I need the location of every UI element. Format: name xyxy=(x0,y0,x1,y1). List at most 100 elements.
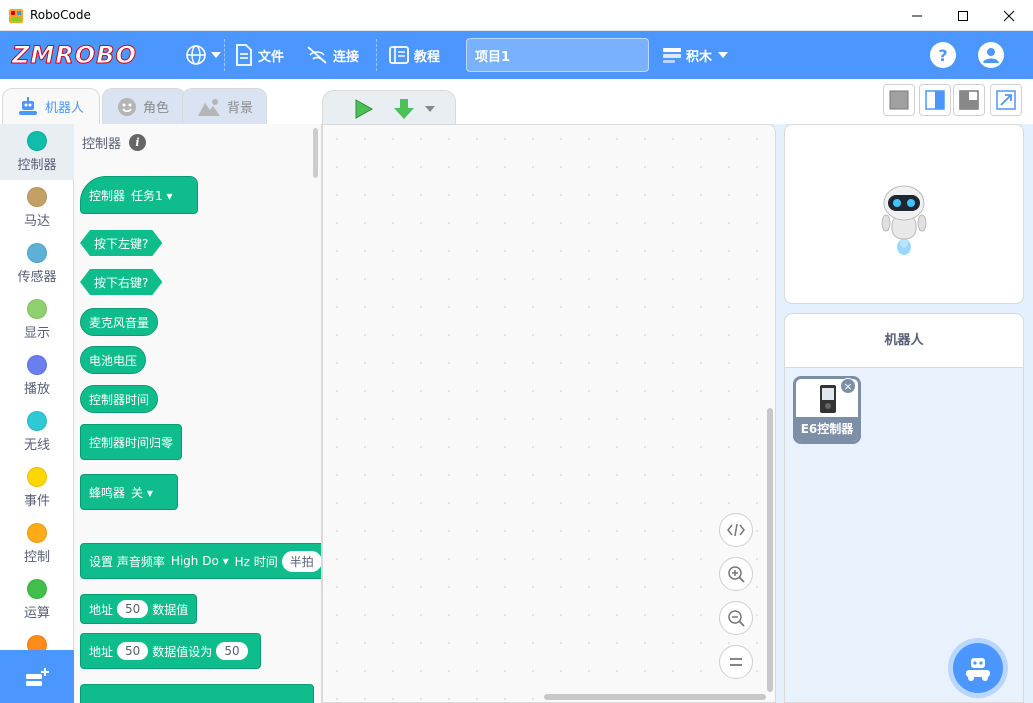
run-icon[interactable] xyxy=(353,99,373,119)
palette-title: 控制器 i xyxy=(82,133,147,152)
controller-device-icon xyxy=(820,385,836,413)
file-menu[interactable]: 文件 xyxy=(234,41,284,69)
layout-split-button[interactable] xyxy=(919,84,951,116)
block-controller-time[interactable]: 控制器时间 xyxy=(80,385,159,413)
category-wireless[interactable]: 无线 xyxy=(0,404,74,460)
block-dropdown[interactable]: 任务1 ▾ xyxy=(131,187,172,204)
block-mic-volume[interactable]: 麦克风音量 xyxy=(80,308,159,336)
block-controller-task[interactable]: 控制器 任务1 ▾ xyxy=(80,176,198,214)
layout-small-stage-button[interactable] xyxy=(883,84,915,116)
category-label: 事件 xyxy=(23,494,50,509)
category-play[interactable]: 播放 xyxy=(0,348,74,404)
category-dot xyxy=(27,579,47,599)
code-view-button[interactable] xyxy=(719,513,753,547)
category-sidebar: 控制器 马达 传感器 显示 播放 无线 事件 控制 运算 xyxy=(0,124,74,703)
smiley-icon xyxy=(118,97,136,116)
layout-quad-icon xyxy=(959,90,979,110)
title-bar: RoboCode xyxy=(0,0,1033,31)
block-address-input[interactable]: 50 xyxy=(117,642,149,660)
block-buzzer[interactable]: 蜂鸣器 关 ▾ xyxy=(80,474,178,510)
block-label: 数据值设为 xyxy=(152,644,213,659)
chevron-down-icon xyxy=(718,52,729,58)
project-name-input[interactable] xyxy=(466,38,649,72)
block-label: 蜂鸣器 xyxy=(89,485,126,500)
fullscreen-button[interactable] xyxy=(990,84,1022,116)
category-control[interactable]: 控制 xyxy=(0,516,74,572)
block-label: 设置 声音频率 xyxy=(89,554,165,569)
block-address-input[interactable]: 50 xyxy=(117,600,149,618)
file-menu-label: 文件 xyxy=(258,49,285,65)
block-press-right[interactable]: 按下右键? xyxy=(80,269,162,295)
block-palette: 控制器 i 控制器 任务1 ▾ 按下左键? 按下右键? 麦克风音量 电池电压 控… xyxy=(74,124,322,703)
category-dot xyxy=(27,299,47,319)
tab-sprite-label: 角色 xyxy=(143,101,170,116)
robot-add-icon xyxy=(966,658,990,681)
zoom-out-icon xyxy=(728,610,745,627)
block-battery-voltage[interactable]: 电池电压 xyxy=(80,346,147,374)
category-label: 马达 xyxy=(23,214,50,229)
account-button[interactable] xyxy=(978,42,1004,68)
zoom-in-button[interactable] xyxy=(719,557,753,591)
palette-scrollbar[interactable] xyxy=(313,128,318,178)
tab-sprite[interactable]: 角色 xyxy=(102,88,186,124)
layout-split-icon xyxy=(925,90,945,110)
tab-backdrop[interactable]: 背景 xyxy=(182,88,267,124)
block-dropdown[interactable]: High Do ▾ xyxy=(171,554,229,568)
block-label: 控制器 xyxy=(89,188,126,203)
zoom-reset-button[interactable] xyxy=(719,645,753,679)
tutorial-menu[interactable]: 教程 xyxy=(388,41,440,69)
download-arrow-icon[interactable] xyxy=(393,98,415,120)
layout-quad-button[interactable] xyxy=(953,84,985,116)
workspace-vertical-scrollbar[interactable] xyxy=(767,408,773,692)
window-title: RoboCode xyxy=(30,8,91,22)
close-icon xyxy=(1003,10,1015,21)
mode-menu[interactable]: 积木 xyxy=(662,41,729,69)
category-dot xyxy=(27,187,47,207)
add-robot-button[interactable] xyxy=(953,643,1003,693)
category-controller[interactable]: 控制器 xyxy=(0,124,74,180)
category-operators[interactable]: 运算 xyxy=(0,572,74,628)
category-label: 控制器 xyxy=(17,158,57,173)
category-variables[interactable] xyxy=(0,628,74,650)
block-controller-time-reset[interactable]: 控制器时间归零 xyxy=(80,424,183,460)
category-label: 传感器 xyxy=(17,270,57,285)
workspace-horizontal-scrollbar[interactable] xyxy=(544,694,766,700)
block-address-set[interactable]: 地址 50 数据值设为 50 xyxy=(80,633,261,669)
language-menu[interactable] xyxy=(185,41,221,69)
category-dot xyxy=(27,411,47,431)
category-sensor[interactable]: 传感器 xyxy=(0,236,74,292)
block-set-tone[interactable]: 设置 声音频率 High Do ▾ Hz 时间 半拍 xyxy=(80,543,321,579)
category-dot xyxy=(27,523,47,543)
chevron-down-icon[interactable] xyxy=(425,105,435,113)
connect-icon xyxy=(307,46,327,64)
info-icon[interactable]: i xyxy=(129,134,147,151)
close-button[interactable] xyxy=(986,0,1032,31)
sprite-delete-icon[interactable]: × xyxy=(840,378,856,394)
block-time-input[interactable]: 半拍 xyxy=(281,550,321,572)
category-motor[interactable]: 马达 xyxy=(0,180,74,236)
block-value-input[interactable]: 50 xyxy=(216,642,248,660)
nav-divider xyxy=(376,39,377,71)
maximize-button[interactable] xyxy=(940,0,986,31)
user-icon xyxy=(983,48,999,63)
block-address-data[interactable]: 地址 50 数据值 xyxy=(80,594,198,624)
block-press-left[interactable]: 按下左键? xyxy=(80,230,162,256)
brand-logo[interactable]: ZMROBO xyxy=(12,41,137,70)
stage-preview[interactable] xyxy=(784,124,1024,304)
category-events[interactable]: 事件 xyxy=(0,460,74,516)
add-extension-button[interactable] xyxy=(0,650,74,703)
code-workspace[interactable] xyxy=(322,124,776,703)
connect-menu[interactable]: 连接 xyxy=(305,41,359,69)
tab-robot-label: 机器人 xyxy=(45,101,85,116)
block-dropdown[interactable]: 关 ▾ xyxy=(131,484,153,501)
minimize-button[interactable] xyxy=(894,0,940,31)
category-display[interactable]: 显示 xyxy=(0,292,74,348)
help-button[interactable]: ? xyxy=(930,42,956,68)
fullscreen-icon xyxy=(996,90,1016,110)
block-partial[interactable] xyxy=(80,684,314,703)
tab-robot[interactable]: 机器人 xyxy=(2,88,100,124)
landscape-icon xyxy=(198,98,220,116)
run-controls xyxy=(322,90,456,124)
category-label: 运算 xyxy=(23,606,50,621)
zoom-out-button[interactable] xyxy=(719,601,753,635)
